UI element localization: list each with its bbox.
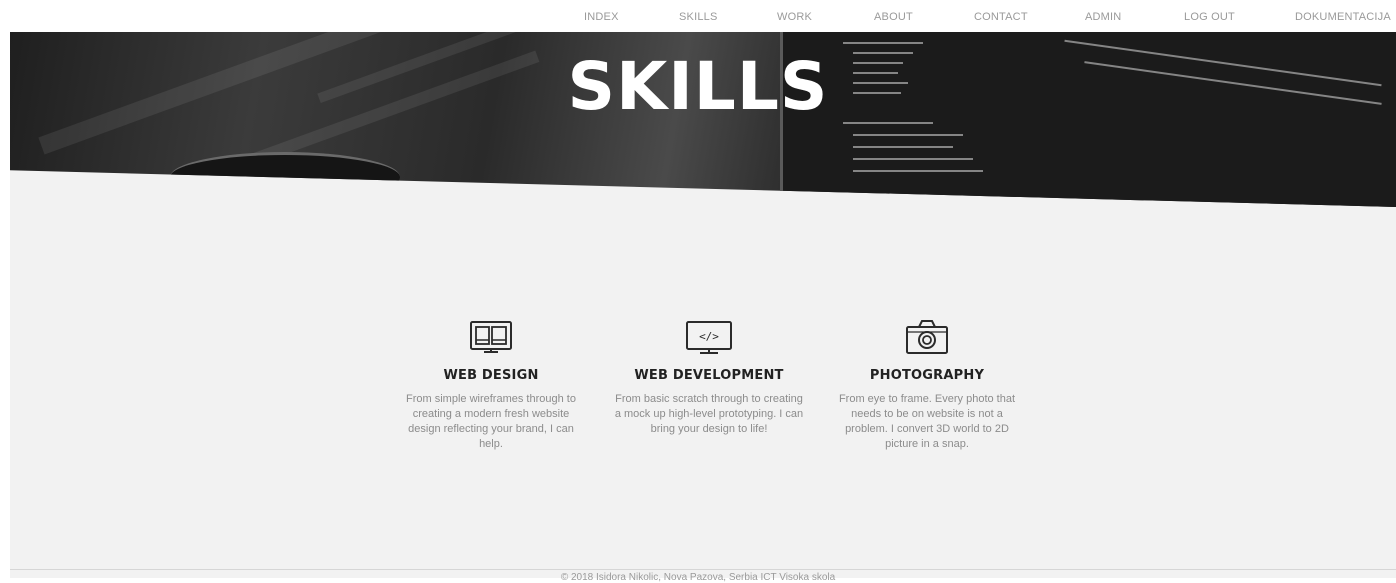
nav-item-dokumentacija[interactable]: DOKUMENTACIJA bbox=[1295, 11, 1391, 23]
footer-divider bbox=[10, 569, 1396, 570]
nav-item-log-out[interactable]: LOG OUT bbox=[1184, 11, 1235, 23]
code-line bbox=[853, 134, 963, 136]
skill-title: WEB DEVELOPMENT bbox=[634, 368, 784, 383]
code-monitor-icon: </> bbox=[686, 321, 732, 354]
nav-item-index[interactable]: INDEX bbox=[584, 11, 619, 23]
code-line bbox=[843, 42, 923, 44]
skill-title: WEB DESIGN bbox=[443, 368, 539, 383]
skill-description: From eye to frame. Every photo that need… bbox=[838, 393, 1016, 450]
skill-web-development: </> WEB DEVELOPMENT From basic scratch t… bbox=[614, 318, 804, 437]
skill-description: From simple wireframes through to creati… bbox=[406, 393, 576, 450]
skill-web-design: WEB DESIGN From simple wireframes throug… bbox=[396, 318, 586, 452]
nav-item-about[interactable]: ABOUT bbox=[874, 11, 913, 23]
nav-item-work[interactable]: WORK bbox=[777, 11, 812, 23]
skill-title: PHOTOGRAPHY bbox=[869, 368, 985, 383]
skill-description: From basic scratch through to creating a… bbox=[614, 393, 804, 435]
camera-icon bbox=[906, 320, 948, 354]
skill-photography: PHOTOGRAPHY From eye to frame. Every pho… bbox=[832, 318, 1022, 452]
page-title: SKILLS bbox=[567, 48, 829, 125]
top-navigation: INDEX SKILLS WORK ABOUT CONTACT ADMIN LO… bbox=[0, 0, 1396, 32]
svg-text:</>: </> bbox=[699, 330, 719, 343]
code-line bbox=[853, 146, 953, 148]
devices-icon bbox=[470, 321, 512, 353]
code-line bbox=[853, 170, 983, 172]
nav-item-skills[interactable]: SKILLS bbox=[679, 11, 718, 23]
code-line bbox=[853, 158, 973, 160]
nav-item-admin[interactable]: ADMIN bbox=[1085, 11, 1121, 23]
nav-item-contact[interactable]: CONTACT bbox=[974, 11, 1028, 23]
